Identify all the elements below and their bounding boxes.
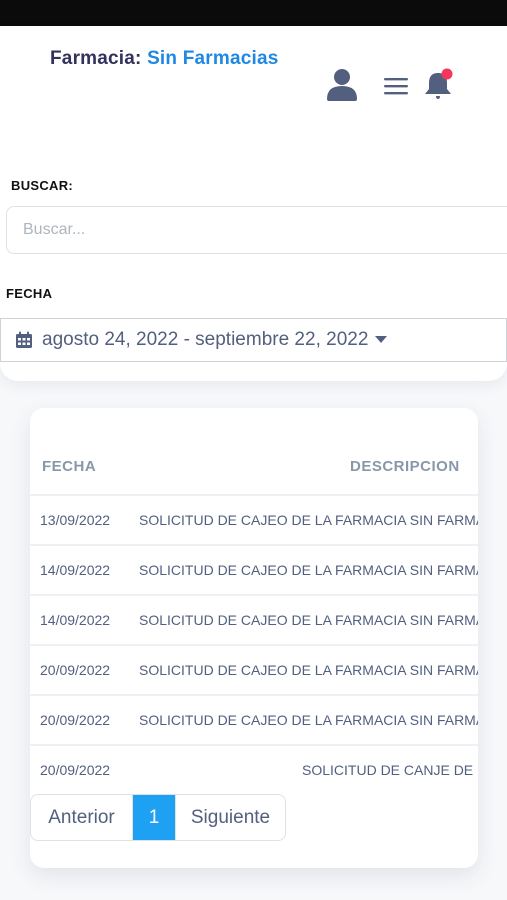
table-row[interactable]: 20/09/2022 SOLICITUD DE CANJE DE FARMACI… [30, 746, 478, 796]
search-label: BUSCAR: [11, 178, 74, 193]
user-icon[interactable] [326, 68, 358, 101]
date-label: FECHA [6, 286, 53, 301]
status-bar [0, 0, 507, 26]
farmacia-value[interactable]: Sin Farmacias [147, 48, 278, 69]
column-header-descripcion[interactable]: DESCRIPCION [350, 458, 460, 475]
cell-descripcion: SOLICITUD DE CAJEO DE LA FARMACIA SIN FA… [139, 612, 478, 628]
farmacia-label: Farmacia: [50, 48, 142, 69]
notification-dot [441, 68, 453, 80]
top-nav-icons [0, 68, 507, 104]
table-row[interactable]: 14/09/2022 SOLICITUD DE CAJEO DE LA FARM… [30, 596, 478, 646]
cell-fecha: 20/09/2022 [40, 662, 111, 678]
menu-icon[interactable] [384, 77, 408, 95]
history-table-card: FECHA DESCRIPCION 13/09/2022 SOLICITUD D… [30, 408, 478, 868]
cell-fecha: 13/09/2022 [40, 512, 111, 528]
page-1-button[interactable]: 1 [133, 795, 175, 840]
search-input[interactable] [6, 206, 507, 254]
column-header-fecha[interactable]: FECHA [42, 458, 96, 475]
next-page-button[interactable]: Siguiente [175, 795, 285, 840]
cell-fecha: 14/09/2022 [40, 562, 111, 578]
cell-fecha: 20/09/2022 [40, 712, 111, 728]
cell-descripcion: SOLICITUD DE CAJEO DE LA FARMACIA SIN FA… [139, 712, 478, 728]
cell-fecha: 20/09/2022 [40, 762, 111, 778]
previous-page-button[interactable]: Anterior [31, 795, 133, 840]
cell-descripcion: SOLICITUD DE CAJEO DE LA FARMACIA SIN FA… [139, 662, 478, 678]
caret-down-icon [375, 336, 388, 343]
date-range-value: agosto 24, 2022 - septiembre 22, 2022 [42, 329, 369, 350]
cell-fecha: 14/09/2022 [40, 612, 111, 628]
table-row[interactable]: 13/09/2022 SOLICITUD DE CAJEO DE LA FARM… [30, 496, 478, 546]
cell-descripcion: SOLICITUD DE CANJE DE FARMACIA [302, 762, 478, 778]
calendar-icon [16, 331, 32, 348]
cell-descripcion: SOLICITUD DE CAJEO DE LA FARMACIA SIN FA… [139, 512, 478, 528]
cell-descripcion: SOLICITUD DE CAJEO DE LA FARMACIA SIN FA… [139, 562, 478, 578]
table-row[interactable]: 20/09/2022 SOLICITUD DE CAJEO DE LA FARM… [30, 696, 478, 746]
bell-icon[interactable] [423, 68, 453, 100]
table-header: FECHA DESCRIPCION [30, 408, 478, 496]
pagination: Anterior 1 Siguiente [30, 794, 286, 841]
farmacia-indicator: Farmacia: Sin Farmacias [50, 48, 279, 70]
table-row[interactable]: 20/09/2022 SOLICITUD DE CAJEO DE LA FARM… [30, 646, 478, 696]
date-range-picker[interactable]: agosto 24, 2022 - septiembre 22, 2022 [0, 318, 507, 362]
table-row[interactable]: 14/09/2022 SOLICITUD DE CAJEO DE LA FARM… [30, 546, 478, 596]
